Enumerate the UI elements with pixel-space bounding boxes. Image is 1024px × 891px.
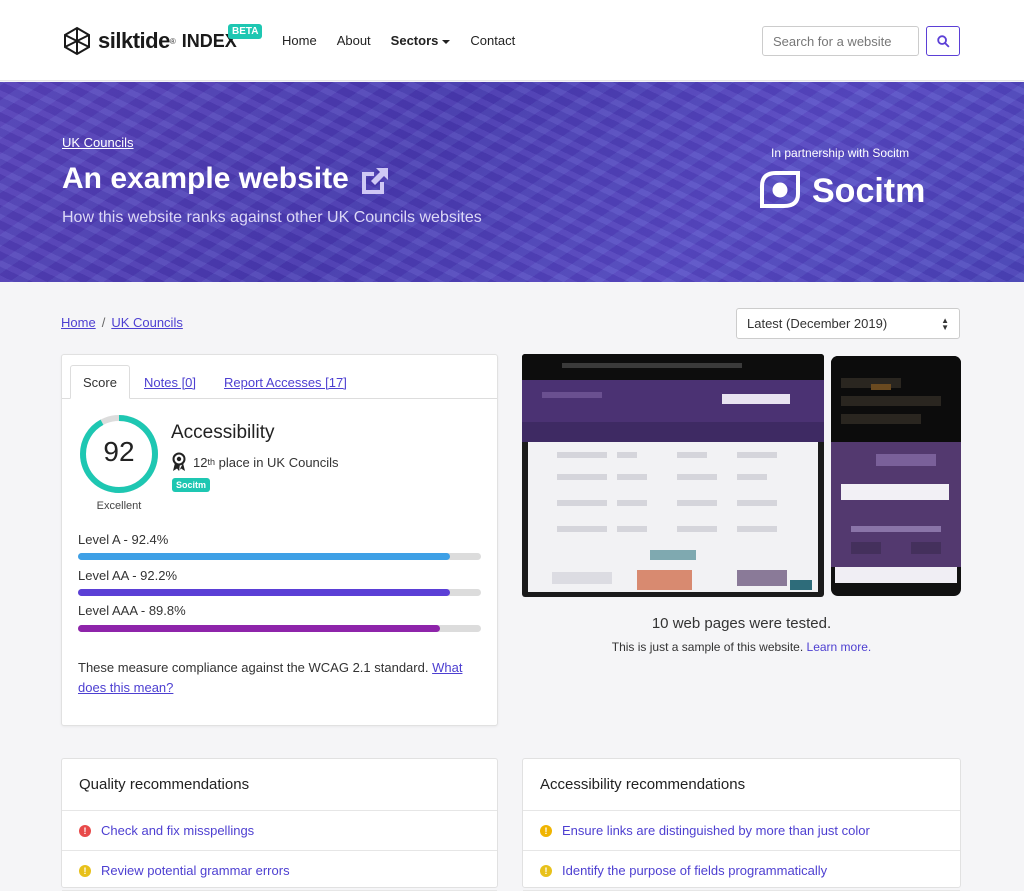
external-link-icon[interactable] bbox=[358, 164, 392, 198]
nav-sectors-dropdown[interactable]: Sectors bbox=[391, 33, 451, 48]
score-value: 92 bbox=[103, 436, 135, 467]
breadcrumb: Home / UK Councils bbox=[61, 315, 183, 330]
partner-text: In partnership with Socitm bbox=[771, 146, 910, 160]
recommendation-link[interactable]: Ensure links are distinguished by more t… bbox=[562, 823, 870, 838]
breadcrumb-home[interactable]: Home bbox=[61, 315, 96, 330]
list-item[interactable]: ! Identify the purpose of fields program… bbox=[523, 851, 960, 891]
nav-sectors-label: Sectors bbox=[390, 33, 439, 48]
level-aaa-label: Level AAA - 89.8% bbox=[78, 603, 186, 618]
partner-name: Socitm bbox=[812, 171, 926, 210]
recommendation-link[interactable]: Check and fix misspellings bbox=[101, 823, 254, 838]
accessibility-recommendations-title: Accessibility recommendations bbox=[523, 759, 960, 811]
wcag-explanation: These measure compliance against the WCA… bbox=[78, 658, 478, 698]
accessibility-recommendations-card: Accessibility recommendations ! Ensure l… bbox=[522, 758, 961, 891]
tab-score[interactable]: Score bbox=[70, 365, 130, 399]
silktide-logo-icon bbox=[64, 26, 90, 56]
recommendation-link[interactable]: Identify the purpose of fields programma… bbox=[562, 863, 827, 878]
rank-text: place in UK Councils bbox=[218, 454, 339, 470]
nav-contact[interactable]: Contact bbox=[470, 33, 515, 48]
hero-subtitle: How this website ranks against other UK … bbox=[62, 209, 482, 226]
level-aa-bar-fill bbox=[78, 589, 450, 596]
rank-number: 12 bbox=[193, 454, 208, 470]
rank-info: 12th place in UK Councils bbox=[171, 452, 339, 472]
level-a-bar-fill bbox=[78, 553, 451, 560]
beta-badge: BETA bbox=[228, 24, 263, 39]
list-item[interactable]: ! Review potential grammar errors bbox=[62, 851, 497, 891]
sample-text: This is just a sample of this website. bbox=[611, 640, 804, 654]
socitm-logo[interactable]: Socitm bbox=[756, 168, 925, 214]
level-aa-bar bbox=[78, 589, 481, 596]
brand-reg: ® bbox=[169, 36, 176, 46]
score-tabs: Score Notes [0] Report Accesses [17] bbox=[62, 355, 497, 399]
search-button[interactable] bbox=[926, 26, 960, 56]
desktop-screenshot bbox=[522, 354, 824, 597]
quality-recommendations-title: Quality recommendations bbox=[62, 759, 497, 811]
desktop-preview-image bbox=[522, 354, 824, 592]
sample-note: This is just a sample of this website. L… bbox=[522, 640, 961, 654]
hero-banner: UK Councils An example website How this … bbox=[0, 82, 1024, 282]
search-input[interactable] bbox=[762, 26, 919, 56]
warning-icon: ! bbox=[79, 864, 91, 877]
brand-name: silktide bbox=[98, 28, 170, 53]
recommendation-link[interactable]: Review potential grammar errors bbox=[101, 863, 290, 878]
chevron-down-icon bbox=[442, 39, 451, 44]
rank-suffix: th bbox=[207, 457, 215, 467]
warning-icon: ! bbox=[540, 864, 552, 877]
pages-tested-text: 10 web pages were tested. bbox=[651, 615, 832, 632]
mobile-screenshot bbox=[831, 356, 961, 596]
top-navbar: silktide ® INDEX BETA Home About Sectors… bbox=[0, 0, 1024, 81]
socitm-mark-icon bbox=[760, 171, 800, 208]
report-date-value: Latest (December 2019) bbox=[747, 316, 888, 331]
error-icon: ! bbox=[79, 824, 91, 837]
quality-recommendations-card: Quality recommendations ! Check and fix … bbox=[61, 758, 498, 891]
tab-report-accesses[interactable]: Report Accesses [17] bbox=[212, 365, 359, 399]
level-a-label: Level A - 92.4% bbox=[78, 532, 169, 547]
warning-icon: ! bbox=[540, 824, 552, 837]
level-aaa-bar-fill bbox=[78, 625, 440, 632]
hero-sector-link[interactable]: UK Councils bbox=[62, 135, 134, 150]
select-arrows-icon: ▲ ▼ bbox=[941, 315, 949, 332]
brand-logo[interactable]: silktide ® INDEX BETA bbox=[62, 24, 263, 58]
list-item[interactable]: ! Check and fix misspellings bbox=[62, 811, 497, 851]
breadcrumb-sector[interactable]: UK Councils bbox=[111, 315, 183, 330]
main-nav: Home About Sectors Contact bbox=[282, 33, 535, 48]
list-item[interactable]: ! Ensure links are distinguished by more… bbox=[523, 811, 960, 851]
level-aa-label: Level AA - 92.2% bbox=[78, 568, 178, 583]
nav-about[interactable]: About bbox=[337, 33, 371, 48]
score-label: Excellent bbox=[96, 500, 142, 512]
score-category-title: Accessibility bbox=[171, 422, 275, 443]
tab-notes[interactable]: Notes [0] bbox=[132, 365, 208, 399]
level-a-bar bbox=[78, 553, 481, 560]
nav-home[interactable]: Home bbox=[282, 33, 317, 48]
page-title: An example website bbox=[62, 162, 349, 195]
learn-more-link[interactable]: Learn more. bbox=[807, 640, 872, 654]
search-icon bbox=[936, 34, 950, 48]
award-ribbon-icon bbox=[172, 452, 186, 471]
socitm-badge: Socitm bbox=[172, 478, 211, 492]
report-date-select[interactable]: Latest (December 2019) ▲ ▼ bbox=[736, 308, 960, 339]
level-aaa-bar bbox=[78, 625, 481, 632]
breadcrumb-separator: / bbox=[101, 315, 106, 330]
score-card: Score Notes [0] Report Accesses [17] 92 … bbox=[61, 354, 498, 726]
measure-text: These measure compliance against the WCA… bbox=[78, 660, 429, 675]
mobile-preview-image bbox=[831, 356, 961, 583]
